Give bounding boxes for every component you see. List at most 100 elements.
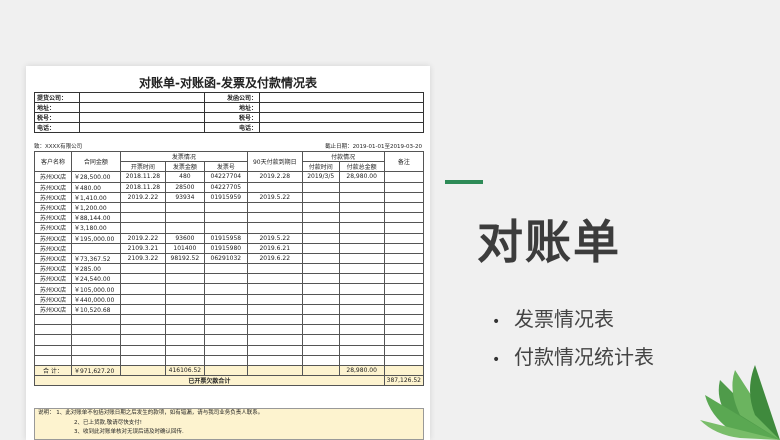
cell-due-date <box>246 263 303 275</box>
cell-pay-amount <box>338 303 385 316</box>
header-label: 税号： <box>204 112 260 123</box>
cell-invoice-amount <box>164 303 205 316</box>
bullet-dot-icon: • <box>492 314 501 330</box>
cell-due-date <box>246 334 303 346</box>
cell-invoice-no <box>203 344 248 356</box>
header-label: 电话： <box>34 122 80 133</box>
table-row: 苏州XX店 ￥88,144.00 <box>34 212 425 224</box>
bullet-item: • 付款情况统计表 <box>492 341 654 370</box>
cell-invoice-amount <box>164 354 205 366</box>
cell-due-date: 2019.6.21 <box>246 242 303 254</box>
cell-customer: 苏州XX店 <box>34 252 72 265</box>
col-invoice-amount: 发票金额 <box>164 161 205 173</box>
cell-remark <box>383 313 425 326</box>
cell-pay-time <box>301 273 340 285</box>
cell-invoice-no <box>203 303 248 316</box>
table-row: 苏州XX店 ￥24,540.00 <box>34 273 425 285</box>
cell-invoice-time <box>119 344 166 356</box>
cell-pay-time <box>301 212 340 224</box>
cell-pay-amount <box>338 212 385 224</box>
header-label: 电话： <box>204 122 260 133</box>
cell-due-date: 2019.6.22 <box>246 252 303 265</box>
slide-title: 对账单 <box>477 215 621 269</box>
cell-pay-amount <box>338 242 385 254</box>
sheet-title: 对账单-对账函-发票及付款情况表 <box>139 76 317 90</box>
cell-pay-amount <box>338 222 385 234</box>
cell-invoice-time <box>119 222 166 234</box>
cell-invoice-no: 06291032 <box>203 252 248 265</box>
col-remark: 备注 <box>383 150 425 173</box>
cell-contract-amount <box>70 354 121 366</box>
unpaid-value: 387,126.52 <box>383 375 425 387</box>
cell-invoice-time <box>119 313 166 326</box>
cell-invoice-amount: 28500 <box>164 181 205 193</box>
cell-invoice-time <box>119 263 166 275</box>
cell-pay-time <box>301 324 340 336</box>
cell-invoice-amount <box>164 313 205 326</box>
cell-contract-amount: ￥28,500.00 <box>70 171 121 183</box>
cell-due-date <box>246 344 303 356</box>
cell-invoice-amount: 93934 <box>164 191 205 203</box>
cell-invoice-time: 2019.2.22 <box>119 232 166 244</box>
total-invoice-amount: 416106.52 <box>164 364 205 377</box>
cell-pay-amount <box>338 354 385 366</box>
cell-invoice-no: 01915959 <box>203 191 248 203</box>
cell-customer: 苏州XX店 <box>34 191 72 203</box>
cell-invoice-amount <box>164 273 205 285</box>
col-invoice-group: 发票情况 <box>119 150 248 163</box>
cell-invoice-time <box>119 283 166 295</box>
cell-invoice-time: 2018.11.28 <box>119 181 166 193</box>
header-label: 提货公司： <box>34 92 80 103</box>
col-pay-amount: 付款总金额 <box>338 161 385 173</box>
cell-remark <box>383 293 425 305</box>
cell-contract-amount <box>70 334 121 346</box>
bullet-item: • 发票情况表 <box>492 303 614 332</box>
notes-box: 说明： 1、此对账单不包括对账日期之后发生的款项，如有错漏，请与我司业务负责人联… <box>34 408 424 440</box>
cell-pay-amount <box>338 232 385 244</box>
cell-pay-time <box>301 313 340 326</box>
cell-invoice-amount <box>164 222 205 234</box>
accent-bar <box>445 180 483 184</box>
table-row: 苏州XX店 ￥10,520.68 <box>34 303 425 316</box>
cell-invoice-no <box>203 201 248 214</box>
cell-invoice-amount <box>164 293 205 305</box>
header-label: 税号： <box>34 112 80 123</box>
cell-pay-time <box>301 293 340 305</box>
cell-customer <box>34 344 72 356</box>
cell-contract-amount <box>70 344 121 356</box>
cell-remark <box>383 273 425 285</box>
table-row: 苏州XX店 ￥73,367.52 2109.3.22 98192.52 06291032… <box>34 252 425 265</box>
cell-due-date <box>246 283 303 295</box>
cell-customer: 苏州XX店 <box>34 201 72 214</box>
table-row: 苏州XX店 ￥1,200.00 <box>34 201 425 214</box>
cell-contract-amount: ￥480.00 <box>70 181 121 193</box>
cell-customer: 苏州XX店 <box>34 303 72 316</box>
cell-pay-time <box>301 334 340 346</box>
cell-invoice-time: 2018.11.28 <box>119 171 166 183</box>
table-row <box>34 344 425 356</box>
cell-pay-amount <box>338 201 385 214</box>
cell-contract-amount: ￥1,410.00 <box>70 191 121 203</box>
cell-remark <box>383 212 425 224</box>
cell-customer: 苏州XX店 <box>34 263 72 275</box>
col-customer: 客户名称 <box>34 150 72 173</box>
cell-invoice-amount <box>164 334 205 346</box>
cell-invoice-no: 01915958 <box>203 232 248 244</box>
cell-remark <box>383 201 425 214</box>
table-row: 苏州XX店 ￥440,000.00 <box>34 293 425 305</box>
to-label: 致：XXXX有限公司 <box>34 144 83 150</box>
header-label: 地址： <box>34 102 80 113</box>
cell-pay-amount: 28,980.00 <box>338 171 385 183</box>
cell-pay-time <box>301 263 340 275</box>
cell-contract-amount: ￥195,000.00 <box>70 232 121 244</box>
cell-due-date: 2019.5.22 <box>246 232 303 244</box>
bullet-dot-icon: • <box>492 352 501 368</box>
cell-customer <box>34 354 72 366</box>
cell-customer: 苏州XX店 <box>34 283 72 295</box>
cell-invoice-no <box>203 263 248 275</box>
cell-pay-time <box>301 252 340 265</box>
cell-due-date: 2019.2.28 <box>246 171 303 183</box>
cell-due-date <box>246 313 303 326</box>
cell-invoice-no <box>203 334 248 346</box>
cell-remark <box>383 222 425 234</box>
